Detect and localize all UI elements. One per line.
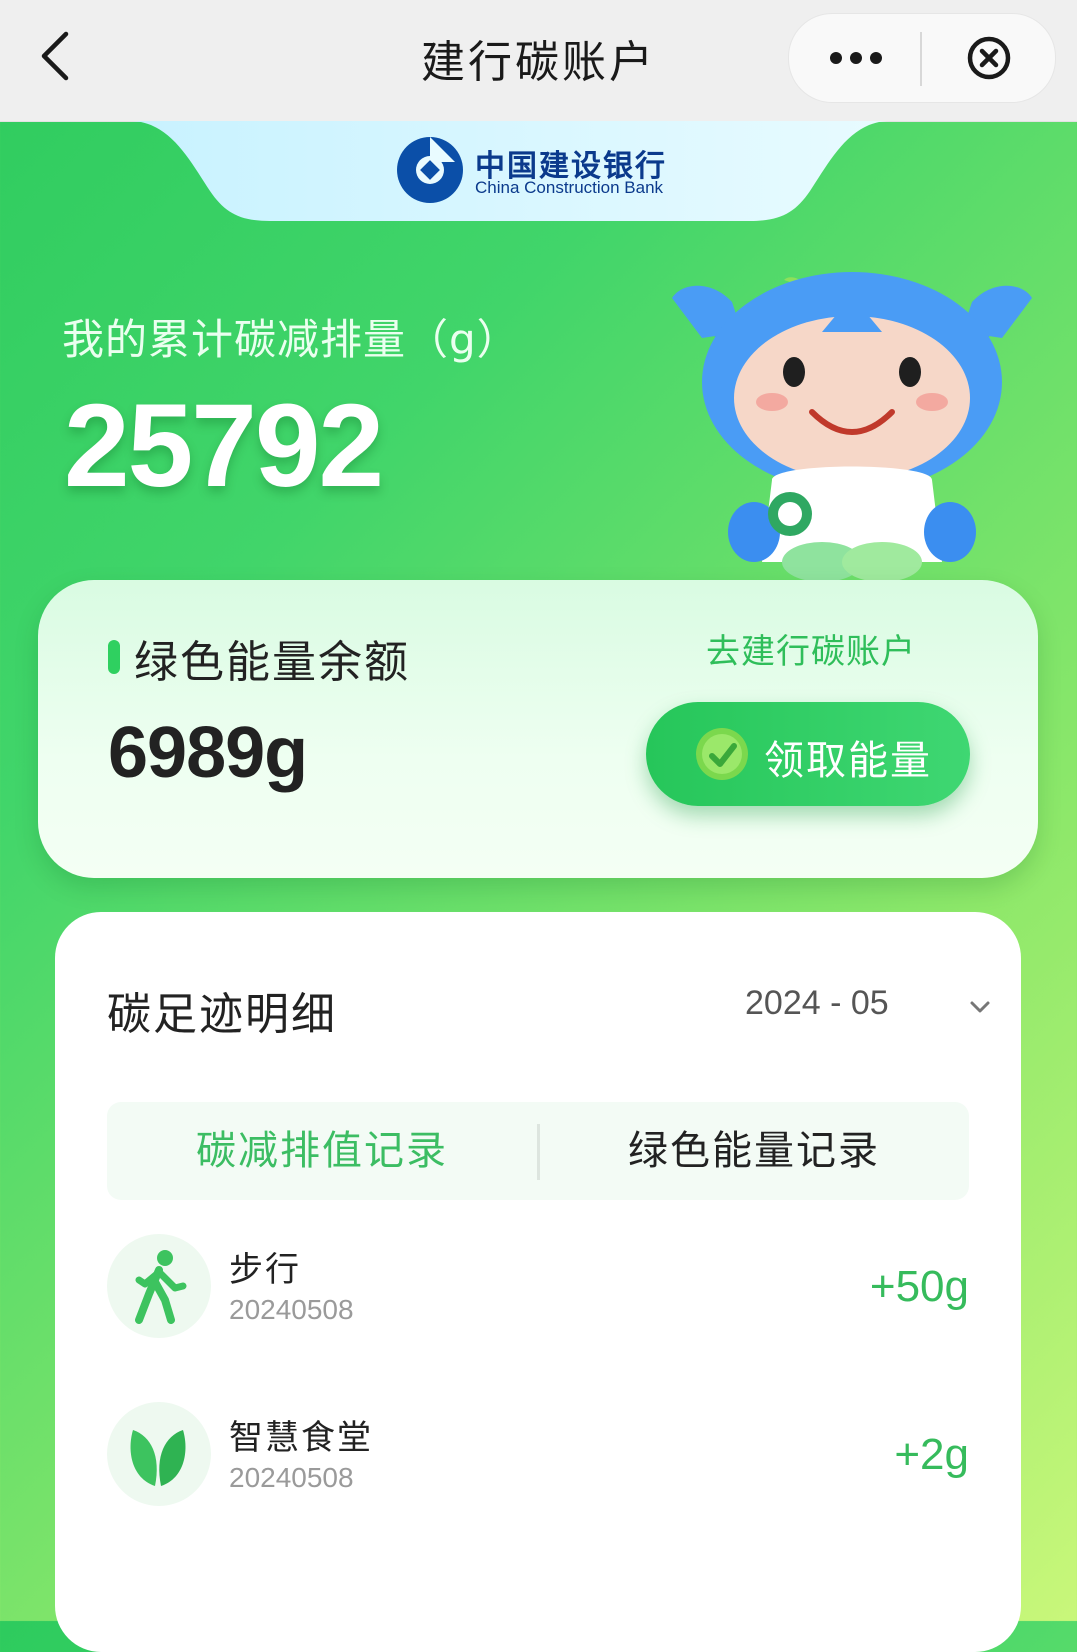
record-date: 20240508 — [229, 1294, 354, 1325]
tab-green-energy-records[interactable]: 绿色能量记录 — [539, 1102, 969, 1200]
nav-bar: 建行碳账户 — [0, 0, 1077, 122]
record-tabs: 碳减排值记录 绿色能量记录 — [107, 1102, 969, 1200]
chevron-down-icon — [970, 1001, 990, 1013]
month-picker[interactable]: 2024 - 05 — [745, 984, 990, 1034]
ccb-logo-icon — [397, 137, 463, 203]
more-dots-icon — [830, 52, 882, 64]
more-button[interactable] — [821, 38, 891, 78]
month-value: 2024 - 05 — [745, 984, 889, 1022]
carbon-footprint-card: 碳足迹明细 2024 - 05 碳减排值记录 绿色能量记录 步行 2024050… — [55, 912, 1021, 1652]
list-item[interactable]: 智慧食堂 20240508 +2g — [107, 1402, 969, 1512]
record-name: 步行 — [229, 1250, 301, 1290]
record-name: 智慧食堂 — [229, 1418, 373, 1458]
energy-orb-icon — [696, 728, 748, 780]
record-icon-badge — [107, 1402, 211, 1506]
record-icon-badge — [107, 1234, 211, 1338]
tab-carbon-reduction-records[interactable]: 碳减排值记录 — [107, 1102, 537, 1200]
mini-program-capsule — [788, 13, 1056, 103]
energy-balance-value: 6989g — [108, 713, 308, 793]
close-circle-icon — [967, 36, 1011, 80]
go-carbon-account-link[interactable]: 去建行碳账户 — [706, 624, 916, 673]
claim-energy-label: 领取能量 — [764, 738, 932, 784]
accent-bar — [108, 640, 120, 674]
leaf-icon — [130, 1430, 186, 1486]
walking-icon — [135, 1250, 187, 1324]
footprint-title: 碳足迹明细 — [107, 989, 337, 1040]
list-item[interactable]: 步行 20240508 +50g — [107, 1234, 969, 1344]
mascot-illustration — [672, 272, 1032, 582]
record-amount: +2g — [894, 1430, 969, 1479]
energy-balance-label: 绿色能量余额 — [134, 637, 410, 688]
cumulative-reduction-label: 我的累计碳减排量（g） — [62, 315, 520, 364]
capsule-divider — [920, 32, 922, 86]
bank-name-en: China Construction Bank — [475, 178, 664, 197]
close-button[interactable] — [965, 34, 1013, 82]
record-amount: +50g — [869, 1262, 969, 1311]
energy-balance-card: 绿色能量余额 6989g 去建行碳账户 领取能量 — [38, 580, 1038, 878]
cumulative-reduction-value: 25792 — [64, 380, 384, 512]
claim-energy-button[interactable]: 领取能量 — [646, 702, 970, 806]
record-date: 20240508 — [229, 1462, 354, 1493]
